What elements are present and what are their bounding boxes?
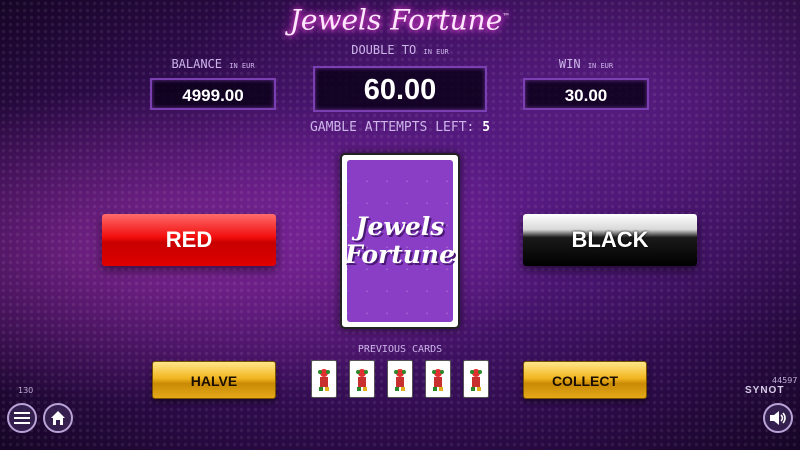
double-to-display: 60.00 <box>313 66 487 112</box>
hamburger-menu-icon <box>14 412 30 424</box>
previous-cards-label: PREVIOUS CARDS <box>357 344 443 355</box>
menu-button[interactable] <box>7 403 37 433</box>
sound-button[interactable] <box>763 403 793 433</box>
win-label: WIN IN EUR <box>558 57 614 71</box>
black-button[interactable]: BLACK <box>523 214 697 266</box>
previous-card <box>463 360 489 398</box>
joker-icon <box>470 369 482 391</box>
collect-button[interactable]: COLLECT <box>523 361 647 399</box>
previous-card <box>387 360 413 398</box>
previous-card <box>349 360 375 398</box>
double-to-label: DOUBLE TO IN EUR <box>351 43 449 57</box>
gamble-card: Jewels Fortune <box>340 153 460 329</box>
speaker-icon <box>770 411 786 425</box>
halve-button[interactable]: HALVE <box>152 361 276 399</box>
previous-card <box>311 360 337 398</box>
left-code: 130 <box>18 386 34 395</box>
joker-icon <box>318 369 330 391</box>
red-button[interactable]: RED <box>102 214 276 266</box>
card-back-logo: Jewels Fortune <box>344 212 456 269</box>
balance-label: BALANCE IN EUR <box>171 57 255 71</box>
trademark: ™ <box>502 12 511 21</box>
right-code: 44597 <box>772 376 798 385</box>
card-back-pattern: Jewels Fortune <box>344 160 456 322</box>
home-button[interactable] <box>43 403 73 433</box>
brand-logo: SYNOT <box>745 385 785 396</box>
win-display: 30.00 <box>523 78 649 110</box>
previous-card <box>425 360 451 398</box>
joker-icon <box>432 369 444 391</box>
balance-display: 4999.00 <box>150 78 276 110</box>
previous-cards-row <box>311 360 489 400</box>
gamble-attempts: GAMBLE ATTEMPTS LEFT: 5 <box>309 120 491 135</box>
joker-icon <box>356 369 368 391</box>
gamble-attempts-count: 5 <box>482 120 491 135</box>
home-icon <box>51 411 65 425</box>
game-logo: Jewels Fortune™ <box>0 0 800 36</box>
joker-icon <box>394 369 406 391</box>
game-title: Jewels Fortune <box>289 3 503 37</box>
